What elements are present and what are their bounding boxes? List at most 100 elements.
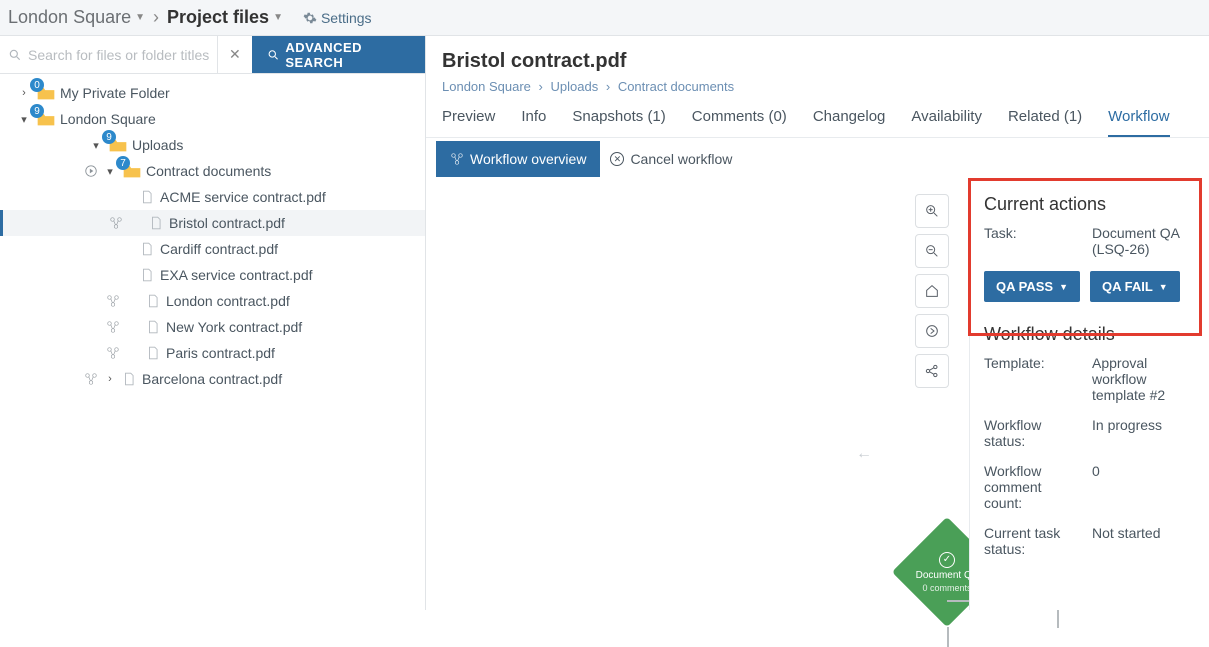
count-badge: 7 [116, 156, 130, 170]
button-label: Workflow overview [470, 151, 586, 167]
workflow-side-panel: Current actions Task: Document QA (LSQ-2… [969, 180, 1209, 610]
cancel-icon: ✕ [610, 152, 624, 166]
tree-folder-private[interactable]: › 0 My Private Folder [0, 80, 425, 106]
breadcrumb-separator: › [606, 79, 610, 94]
file-icon [149, 215, 163, 231]
tab-changelog[interactable]: Changelog [813, 108, 886, 137]
chevron-down-icon: ▼ [1159, 282, 1168, 292]
button-label: QA PASS [996, 279, 1053, 294]
file-tree: › 0 My Private Folder ▾ 9 London Square [0, 74, 425, 610]
tree-file[interactable]: Cardiff contract.pdf [0, 236, 425, 262]
search-input[interactable] [28, 47, 209, 63]
tab-related[interactable]: Related (1) [1008, 108, 1082, 137]
document-tabs: Preview Info Snapshots (1) Comments (0) … [426, 94, 1209, 138]
folder-icon: 9 [108, 138, 126, 152]
file-icon [146, 319, 160, 335]
tree-label: ACME service contract.pdf [160, 189, 326, 205]
folder-icon: 7 [122, 164, 140, 178]
tree-folder-contract-documents[interactable]: ▾ 7 Contract documents [0, 158, 425, 184]
gear-icon [303, 11, 317, 25]
file-icon [122, 371, 136, 387]
collapse-icon[interactable]: ▾ [90, 139, 102, 152]
tree-file[interactable]: London contract.pdf [0, 288, 425, 314]
advanced-search-label: ADVANCED SEARCH [285, 40, 411, 70]
task-status-value: Not started [1092, 525, 1160, 557]
tab-snapshots[interactable]: Snapshots (1) [572, 108, 665, 137]
check-icon: ✓ [939, 552, 955, 568]
qa-fail-button[interactable]: QA FAIL ▼ [1090, 271, 1180, 302]
tree-folder-london-square[interactable]: ▾ 9 London Square [0, 106, 425, 132]
cancel-workflow-button[interactable]: ✕ Cancel workflow [610, 151, 732, 167]
tree-label: My Private Folder [60, 85, 170, 101]
document-title: Bristol contract.pdf [442, 50, 1191, 73]
zoom-out-button[interactable] [915, 234, 949, 268]
workflow-icon [106, 294, 120, 308]
expand-icon[interactable]: › [104, 373, 116, 385]
advanced-search-button[interactable]: ADVANCED SEARCH [252, 36, 425, 73]
count-badge: 9 [30, 104, 44, 118]
collapse-icon[interactable]: ▾ [104, 165, 116, 178]
file-icon [140, 241, 154, 257]
goto-current-button[interactable] [915, 314, 949, 348]
document-breadcrumb: London Square › Uploads › Contract docum… [442, 79, 1191, 94]
count-badge: 9 [102, 130, 116, 144]
file-icon [146, 293, 160, 309]
chevron-down-icon: ▼ [135, 12, 145, 23]
tree-file[interactable]: › Barcelona contract.pdf [0, 366, 425, 392]
button-label: Cancel workflow [630, 151, 732, 167]
share-button[interactable] [915, 354, 949, 388]
zoom-in-button[interactable] [915, 194, 949, 228]
tree-label: London Square [60, 111, 156, 127]
status-label: Workflow status: [984, 417, 1080, 449]
play-icon [84, 164, 98, 178]
breadcrumb-project[interactable]: London Square ▼ [8, 7, 145, 28]
comment-count-label: Workflow comment count: [984, 463, 1080, 511]
breadcrumb-link[interactable]: Contract documents [618, 79, 734, 94]
template-label: Template: [984, 355, 1080, 403]
breadcrumb-section-label: Project files [167, 7, 269, 28]
pan-left-icon[interactable]: ← [856, 445, 872, 463]
settings-label: Settings [321, 10, 372, 26]
button-label: QA FAIL [1102, 279, 1153, 294]
tree-label: Contract documents [146, 163, 271, 179]
qa-pass-button[interactable]: QA PASS ▼ [984, 271, 1080, 302]
tab-comments[interactable]: Comments (0) [692, 108, 787, 137]
collapse-icon[interactable]: ▾ [18, 113, 30, 126]
folder-icon: 0 [36, 86, 54, 100]
workflow-icon [109, 216, 123, 230]
tree-file[interactable]: New York contract.pdf [0, 314, 425, 340]
workflow-icon [106, 346, 120, 360]
task-label: Task: [984, 225, 1080, 257]
workflow-canvas[interactable]: ↑ ← → Start ◀ ✓ Document QA 0 comm [426, 180, 969, 610]
tree-file-selected[interactable]: Bristol contract.pdf [0, 210, 425, 236]
tab-preview[interactable]: Preview [442, 108, 495, 137]
clear-search-button[interactable]: ✕ [217, 36, 252, 73]
home-icon [924, 283, 940, 299]
panel-title-actions: Current actions [984, 194, 1195, 215]
workflow-overview-button[interactable]: Workflow overview [436, 141, 600, 177]
tree-file[interactable]: ACME service contract.pdf [0, 184, 425, 210]
tree-file[interactable]: EXA service contract.pdf [0, 262, 425, 288]
close-icon: ✕ [229, 46, 241, 63]
breadcrumb-link[interactable]: Uploads [551, 79, 599, 94]
tab-workflow[interactable]: Workflow [1108, 108, 1169, 137]
tree-folder-uploads[interactable]: ▾ 9 Uploads [0, 132, 425, 158]
tree-label: Barcelona contract.pdf [142, 371, 282, 387]
tree-file[interactable]: Paris contract.pdf [0, 340, 425, 366]
tab-info[interactable]: Info [521, 108, 546, 137]
settings-link[interactable]: Settings [303, 10, 372, 26]
breadcrumb-section[interactable]: Project files ▼ [167, 7, 283, 28]
edge-line [947, 627, 949, 647]
search-icon [267, 48, 280, 62]
breadcrumb-link[interactable]: London Square [442, 79, 531, 94]
expand-icon[interactable]: › [18, 87, 30, 99]
tab-availability[interactable]: Availability [911, 108, 982, 137]
search-box[interactable] [0, 36, 217, 73]
top-breadcrumb-bar: London Square ▼ › Project files ▼ Settin… [0, 0, 1209, 36]
arrow-right-circle-icon [924, 323, 940, 339]
tree-label: Bristol contract.pdf [169, 215, 285, 231]
left-sidebar: ✕ ADVANCED SEARCH › 0 My Private Folder [0, 36, 426, 610]
tree-label: London contract.pdf [166, 293, 290, 309]
folder-icon: 9 [36, 112, 54, 126]
fit-home-button[interactable] [915, 274, 949, 308]
